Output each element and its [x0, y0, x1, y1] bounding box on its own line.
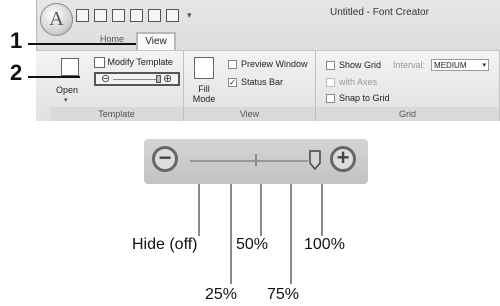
- zoom-plus-icon[interactable]: +: [330, 146, 356, 172]
- interval-value: MEDIUM: [434, 61, 467, 70]
- zoom-track[interactable]: [190, 160, 308, 162]
- with-axes-checkbox[interactable]: with Axes: [326, 77, 377, 87]
- zoom-slider-enlarged[interactable]: − +: [144, 139, 368, 184]
- view-group-label: View: [184, 107, 315, 121]
- quick-access-toolbar: ▾: [76, 5, 226, 25]
- zoom-plus-icon[interactable]: ⊕: [163, 74, 172, 85]
- zoom-center-notch: [255, 154, 257, 166]
- tick-25: [230, 184, 232, 284]
- snap-to-grid-check[interactable]: [326, 93, 335, 103]
- tab-view[interactable]: View: [136, 32, 176, 52]
- fill-mode-label[interactable]: Fill Mode: [192, 84, 216, 104]
- zoom-minus-icon[interactable]: −: [152, 146, 178, 172]
- undo-icon[interactable]: [148, 8, 161, 22]
- open-button-label[interactable]: Open: [56, 85, 78, 95]
- callout-1: 1: [10, 28, 23, 53]
- fill-mode-icon[interactable]: [194, 57, 214, 79]
- modify-template-button[interactable]: Modify Template: [94, 57, 173, 69]
- tick-50: [260, 184, 262, 236]
- open-dropdown-icon[interactable]: ▾: [64, 96, 68, 104]
- view-group: Fill Mode Preview Window ✓ Status Bar Vi…: [184, 51, 316, 121]
- app-orb-icon[interactable]: A: [40, 3, 73, 36]
- callout-1-line: [28, 43, 136, 45]
- callout-2: 2: [10, 60, 23, 85]
- save-icon[interactable]: [112, 8, 125, 22]
- print-icon[interactable]: [130, 8, 143, 22]
- tick-hide: [198, 184, 200, 236]
- chevron-down-icon: ▾: [482, 62, 487, 69]
- status-bar-checkbox[interactable]: ✓ Status Bar: [228, 77, 283, 87]
- show-grid-checkbox[interactable]: Show Grid Interval: MEDIUM ▾: [326, 59, 490, 71]
- preview-window-label: Preview Window: [241, 59, 308, 69]
- with-axes-check[interactable]: [326, 77, 335, 87]
- tick-100: [321, 184, 323, 236]
- modify-template-icon: [94, 57, 105, 69]
- new-icon[interactable]: [76, 8, 89, 22]
- zoom-minus-icon[interactable]: ⊖: [101, 74, 110, 85]
- template-group: Open ▾ Modify Template ⊖ ⊕ Template: [50, 51, 184, 121]
- open-template-icon[interactable]: [61, 58, 79, 76]
- status-bar-label: Status Bar: [241, 77, 284, 87]
- grid-group: Show Grid Interval: MEDIUM ▾ with Axes S…: [316, 51, 500, 121]
- slider-thumb-icon[interactable]: [156, 75, 161, 83]
- zoom-label-25: 25%: [205, 286, 238, 303]
- preview-window-check[interactable]: [228, 59, 237, 69]
- zoom-label-50: 50%: [236, 236, 269, 253]
- callout-2-line: [28, 76, 80, 78]
- redo-icon[interactable]: [166, 8, 179, 22]
- with-axes-label: with Axes: [339, 77, 378, 87]
- open-folder-icon[interactable]: [94, 8, 107, 22]
- interval-select[interactable]: MEDIUM ▾: [431, 59, 490, 71]
- preview-window-checkbox[interactable]: Preview Window: [228, 59, 308, 69]
- show-grid-label: Show Grid: [339, 60, 382, 70]
- zoom-label-100: 100%: [304, 236, 345, 253]
- status-bar-check[interactable]: ✓: [228, 77, 237, 87]
- snap-to-grid-checkbox[interactable]: Snap to Grid: [326, 93, 390, 103]
- zoom-label-75: 75%: [267, 286, 300, 303]
- slider-thumb-icon[interactable]: [309, 150, 321, 170]
- grid-group-label: Grid: [316, 107, 499, 121]
- snap-to-grid-label: Snap to Grid: [339, 93, 390, 103]
- window-title: Untitled - Font Creator: [330, 7, 429, 18]
- modify-template-label: Modify Template: [107, 57, 173, 67]
- zoom-slider-small[interactable]: ⊖ ⊕: [94, 72, 180, 86]
- tick-75: [290, 184, 292, 284]
- zoom-label-hide: Hide (off): [132, 236, 198, 253]
- zoom-track[interactable]: [113, 79, 158, 80]
- interval-label: Interval:: [393, 60, 426, 70]
- show-grid-check[interactable]: [326, 60, 335, 70]
- template-group-label: Template: [50, 107, 183, 121]
- qat-customize-icon[interactable]: ▾: [187, 10, 192, 21]
- ribbon-panel: Open ▾ Modify Template ⊖ ⊕ Template Fill…: [36, 50, 500, 121]
